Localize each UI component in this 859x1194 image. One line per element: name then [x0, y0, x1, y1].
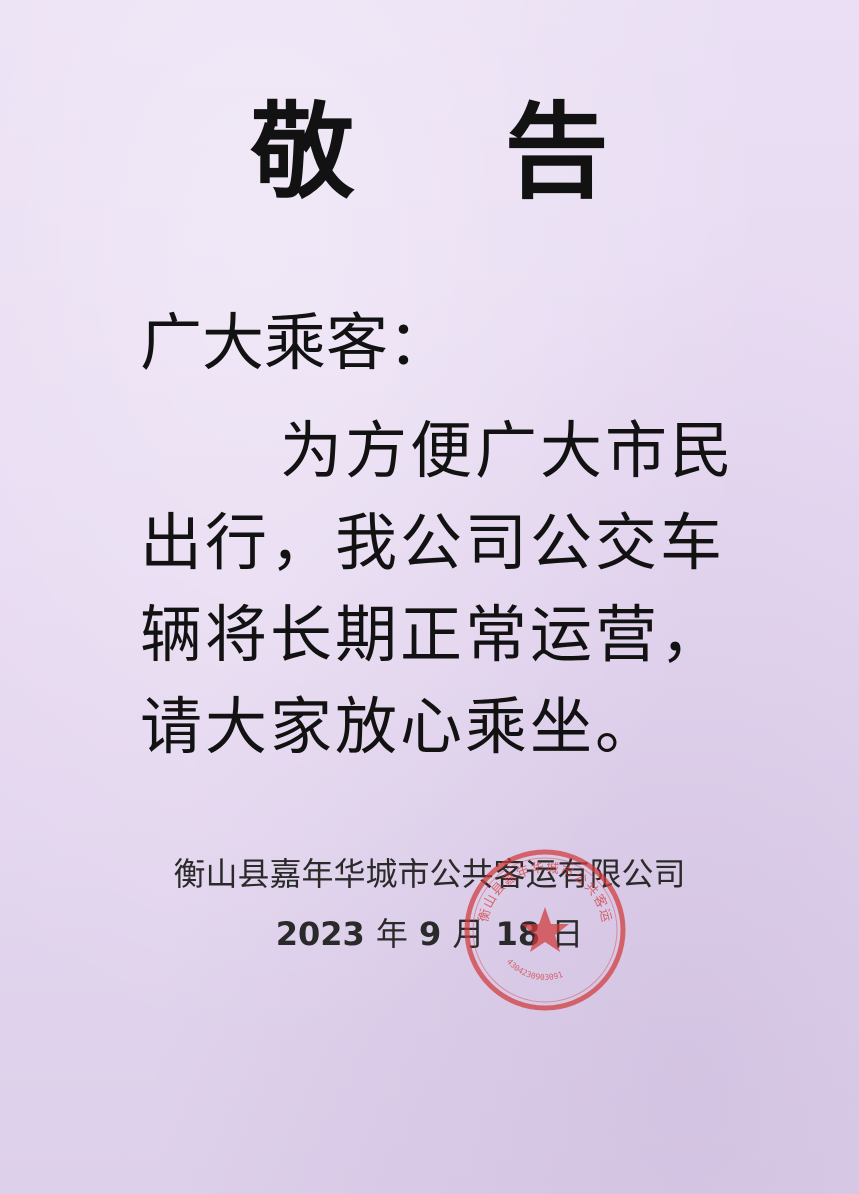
notice-body: 为方便广大市民出行，我公司公交车辆将长期正常运营，请大家放心乘坐。 [140, 414, 736, 763]
notice-date: 2023 年 9 月 18 日 [0, 918, 859, 950]
notice-salutation: 广大乘客： [140, 306, 451, 379]
company-name: 衡山县嘉年华城市公共客运有限公司 [173, 855, 686, 893]
company-seal-stamp: 衡山县嘉年华城市公共客运有限公司 4304230903091 [460, 845, 626, 1011]
seal-star-icon [521, 907, 569, 952]
date-year-unit: 年 [375, 915, 408, 953]
seal-code: 4304230903091 [505, 957, 564, 982]
date-year: 2023 [275, 915, 365, 953]
date-month: 9 [419, 915, 442, 953]
notice-paper: 敬告 广大乘客： 为方便广大市民出行，我公司公交车辆将长期正常运营，请大家放心乘… [0, 0, 859, 1194]
notice-title: 敬告 [250, 90, 759, 213]
